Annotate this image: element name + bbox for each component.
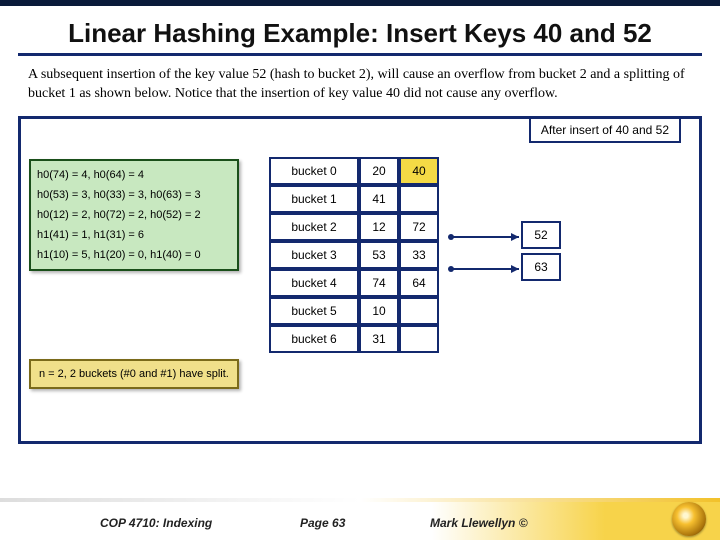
footer-course: COP 4710: Indexing xyxy=(100,516,212,530)
diagram-container: After insert of 40 and 52 h0(74) = 4, h0… xyxy=(18,116,702,444)
split-note: n = 2, 2 buckets (#0 and #1) have split. xyxy=(29,359,239,389)
overflow-cell: 63 xyxy=(521,253,561,281)
hash-line: h0(12) = 2, h0(72) = 2, h0(52) = 2 xyxy=(37,205,231,225)
table-row: bucket 4 74 64 xyxy=(269,269,439,297)
footer-stripe xyxy=(0,498,720,502)
bucket-cell: 53 xyxy=(359,241,399,269)
hash-line: h0(53) = 3, h0(33) = 3, h0(63) = 3 xyxy=(37,185,231,205)
hash-line: h1(10) = 5, h1(20) = 0, h1(40) = 0 xyxy=(37,245,231,265)
footer-author: Mark Llewellyn © xyxy=(430,516,528,530)
bucket-cell xyxy=(399,185,439,213)
footer-page: Page 63 xyxy=(300,516,345,530)
table-row: bucket 1 41 xyxy=(269,185,439,213)
table-row: bucket 5 10 xyxy=(269,297,439,325)
hash-line: h1(41) = 1, h1(31) = 6 xyxy=(37,225,231,245)
bucket-cell: 33 xyxy=(399,241,439,269)
hash-line: h0(74) = 4, h0(64) = 4 xyxy=(37,165,231,185)
bucket-cell: 74 xyxy=(359,269,399,297)
table-row: bucket 2 12 72 xyxy=(269,213,439,241)
bucket-cell: 31 xyxy=(359,325,399,353)
bucket-cell: 20 xyxy=(359,157,399,185)
bucket-label: bucket 0 xyxy=(269,157,359,185)
table-row: bucket 6 31 xyxy=(269,325,439,353)
bucket-label: bucket 1 xyxy=(269,185,359,213)
bucket-cell-new: 40 xyxy=(399,157,439,185)
bucket-cell xyxy=(399,325,439,353)
bucket-label: bucket 4 xyxy=(269,269,359,297)
bucket-label: bucket 2 xyxy=(269,213,359,241)
slide-title: Linear Hashing Example: Insert Keys 40 a… xyxy=(18,6,702,56)
bucket-label: bucket 6 xyxy=(269,325,359,353)
hash-functions-box: h0(74) = 4, h0(64) = 4 h0(53) = 3, h0(33… xyxy=(29,159,239,271)
bucket-cell: 12 xyxy=(359,213,399,241)
footer: COP 4710: Indexing Page 63 Mark Llewelly… xyxy=(0,498,720,540)
ucf-logo-icon xyxy=(672,502,706,536)
table-row: bucket 0 20 40 xyxy=(269,157,439,185)
bucket-cell: 72 xyxy=(399,213,439,241)
slide: Linear Hashing Example: Insert Keys 40 a… xyxy=(0,0,720,540)
table-row: bucket 3 53 33 xyxy=(269,241,439,269)
bucket-cell: 41 xyxy=(359,185,399,213)
diagram-caption: After insert of 40 and 52 xyxy=(529,117,681,143)
bucket-cell xyxy=(399,297,439,325)
bucket-cell: 10 xyxy=(359,297,399,325)
bucket-cell: 64 xyxy=(399,269,439,297)
bucket-table: bucket 0 20 40 bucket 1 41 bucket 2 12 7… xyxy=(269,157,439,353)
bucket-label: bucket 5 xyxy=(269,297,359,325)
body-paragraph: A subsequent insertion of the key value … xyxy=(0,66,720,112)
overflow-cell: 52 xyxy=(521,221,561,249)
bucket-label: bucket 3 xyxy=(269,241,359,269)
